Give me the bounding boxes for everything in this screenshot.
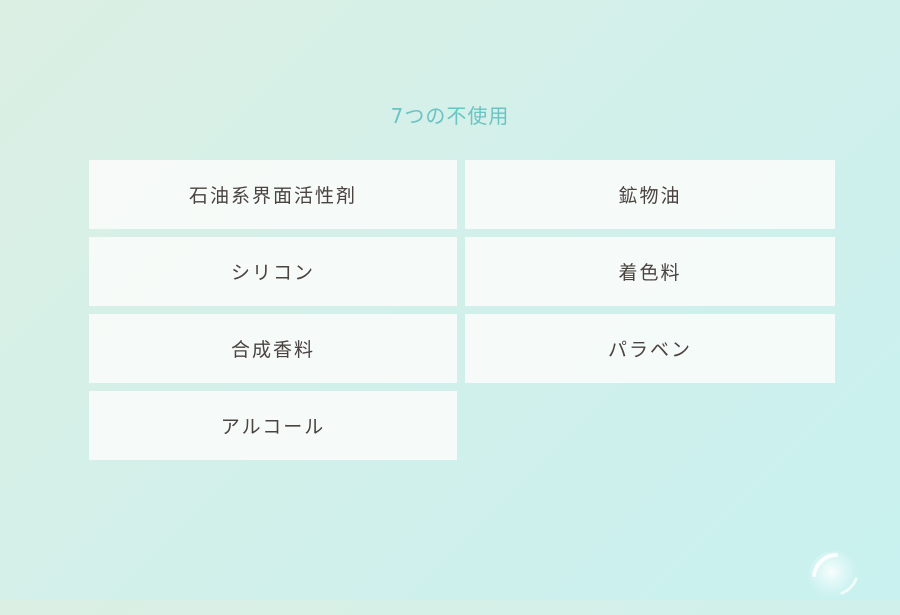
free-from-item-petroleum-surfactant: 石油系界面活性剤 [89,160,457,229]
free-from-item-colorant: 着色料 [465,237,835,306]
free-from-item-silicone: シリコン [89,237,457,306]
free-from-item-mineral-oil: 鉱物油 [465,160,835,229]
free-from-list: 石油系界面活性剤 鉱物油 シリコン 着色料 合成香料 パラベン アルコール [89,160,835,460]
free-from-item-paraben: パラベン [465,314,835,383]
free-from-item-synthetic-fragrance: 合成香料 [89,314,457,383]
section-title: 7つの不使用 [390,104,510,128]
water-droplet-decoration [808,551,860,603]
free-from-item-alcohol: アルコール [89,391,457,460]
